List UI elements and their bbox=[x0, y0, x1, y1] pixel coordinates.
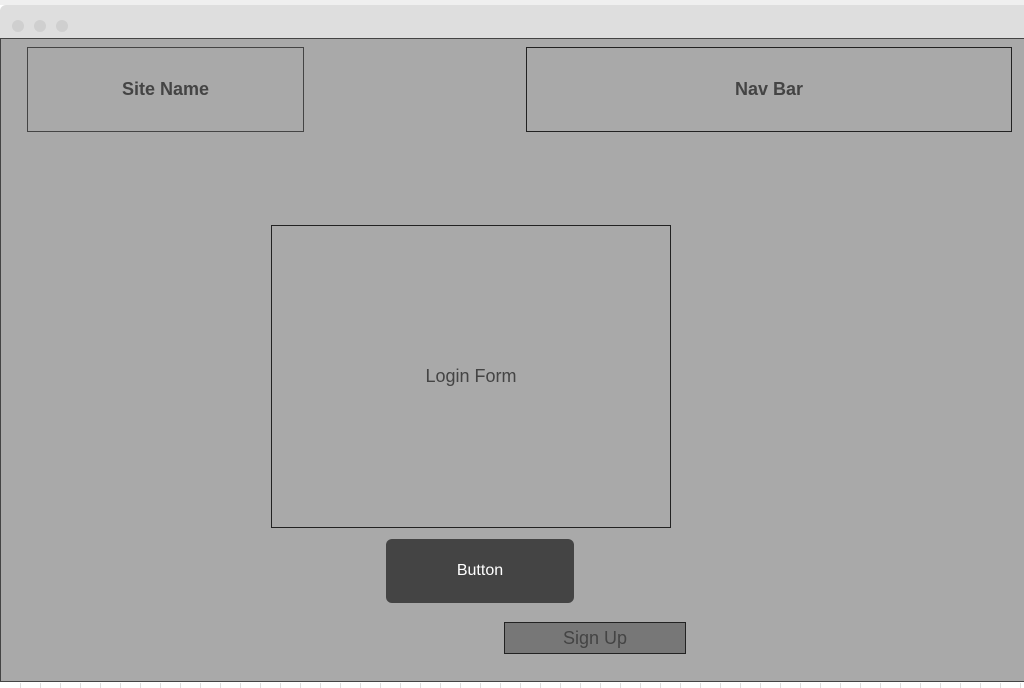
site-name-block[interactable]: Site Name bbox=[27, 47, 304, 132]
ruler-tick bbox=[780, 683, 781, 688]
ruler-tick bbox=[360, 683, 361, 688]
ruler-tick bbox=[120, 683, 121, 688]
ruler-tick bbox=[20, 683, 21, 688]
ruler-tick bbox=[280, 683, 281, 688]
ruler-tick bbox=[760, 683, 761, 688]
ruler-tick bbox=[60, 683, 61, 688]
ruler-tick bbox=[520, 683, 521, 688]
ruler-tick bbox=[180, 683, 181, 688]
ruler-tick bbox=[860, 683, 861, 688]
nav-bar-block[interactable]: Nav Bar bbox=[526, 47, 1012, 132]
ruler-tick bbox=[260, 683, 261, 688]
ruler-tick bbox=[480, 683, 481, 688]
ruler-tick bbox=[80, 683, 81, 688]
ruler-tick bbox=[380, 683, 381, 688]
ruler-tick bbox=[40, 683, 41, 688]
ruler-tick bbox=[560, 683, 561, 688]
ruler-tick bbox=[580, 683, 581, 688]
minimize-window-icon[interactable] bbox=[34, 20, 46, 32]
ruler-tick bbox=[1000, 683, 1001, 688]
ruler-tick bbox=[700, 683, 701, 688]
ruler-tick bbox=[240, 683, 241, 688]
ruler-tick bbox=[320, 683, 321, 688]
ruler-tick bbox=[340, 683, 341, 688]
close-window-icon[interactable] bbox=[12, 20, 24, 32]
ruler-tick bbox=[140, 683, 141, 688]
ruler-tick bbox=[1020, 683, 1021, 688]
ruler-tick bbox=[540, 683, 541, 688]
ruler-tick bbox=[460, 683, 461, 688]
ruler-tick bbox=[420, 683, 421, 688]
sign-up-button[interactable]: Sign Up bbox=[504, 622, 686, 654]
ruler-tick bbox=[400, 683, 401, 688]
ruler-tick bbox=[440, 683, 441, 688]
ruler-tick bbox=[220, 683, 221, 688]
ruler-tick bbox=[800, 683, 801, 688]
ruler-tick bbox=[740, 683, 741, 688]
ruler-tick bbox=[980, 683, 981, 688]
maximize-window-icon[interactable] bbox=[56, 20, 68, 32]
ruler-tick bbox=[300, 683, 301, 688]
primary-button[interactable]: Button bbox=[386, 539, 574, 603]
ruler-tick bbox=[940, 683, 941, 688]
ruler-tick bbox=[500, 683, 501, 688]
ruler-tick bbox=[200, 683, 201, 688]
ruler-tick bbox=[880, 683, 881, 688]
ruler-tick bbox=[960, 683, 961, 688]
login-form-block[interactable]: Login Form bbox=[271, 225, 671, 528]
ruler-tick bbox=[680, 683, 681, 688]
ruler-tick bbox=[660, 683, 661, 688]
ruler-tick bbox=[600, 683, 601, 688]
ruler-tick bbox=[920, 683, 921, 688]
ruler-tick bbox=[620, 683, 621, 688]
ruler-tick bbox=[640, 683, 641, 688]
ruler-tick bbox=[840, 683, 841, 688]
bottom-ruler bbox=[0, 683, 1024, 688]
ruler-tick bbox=[900, 683, 901, 688]
ruler-tick bbox=[100, 683, 101, 688]
window-titlebar bbox=[0, 5, 1024, 38]
ruler-tick bbox=[820, 683, 821, 688]
ruler-tick bbox=[160, 683, 161, 688]
ruler-tick bbox=[720, 683, 721, 688]
